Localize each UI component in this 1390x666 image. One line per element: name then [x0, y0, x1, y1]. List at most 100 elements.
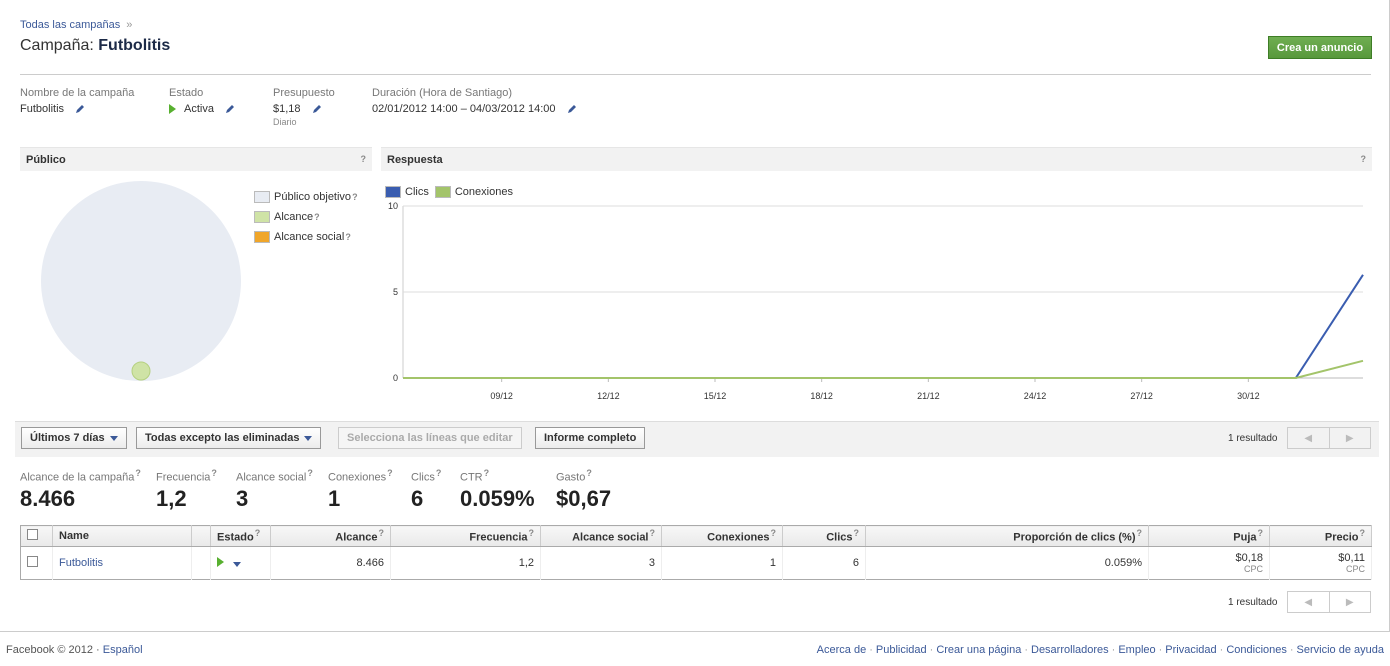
- footer-link[interactable]: Desarrolladores: [1031, 644, 1109, 656]
- legend-label: Alcance social: [274, 231, 345, 243]
- bid-type: CPC: [1243, 564, 1263, 574]
- row-bid: $0,18 CPC: [1148, 546, 1270, 580]
- edit-selected-button[interactable]: Selecciona las líneas que editar: [338, 427, 522, 449]
- target-audience-circle: [41, 181, 241, 381]
- help-icon[interactable]: ?: [345, 232, 351, 242]
- footer-separator: ·: [1111, 644, 1116, 656]
- legend-item: Alcance social?: [254, 228, 358, 246]
- edit-pencil-icon[interactable]: [566, 103, 578, 115]
- language-link[interactable]: Español: [103, 644, 143, 656]
- footer-link[interactable]: Crear una página: [936, 644, 1021, 656]
- row-reach: 8.466: [270, 546, 391, 580]
- budget-field: Presupuesto $1,18 Diario: [273, 87, 335, 127]
- stat-label: Clics: [411, 471, 435, 484]
- help-icon[interactable]: ?: [361, 154, 367, 164]
- stat-value: 3: [236, 485, 249, 511]
- full-report-button[interactable]: Informe completo: [535, 427, 646, 449]
- stat-clicks: Clics? 6: [411, 468, 441, 512]
- budget-value: $1,18: [273, 103, 301, 115]
- col-frequency[interactable]: Frecuencia?: [390, 525, 541, 547]
- stat-reach: Alcance de la campaña? 8.466: [20, 468, 141, 512]
- legend-label: Conexiones: [454, 186, 513, 198]
- next-page-button[interactable]: ▶: [1328, 592, 1371, 612]
- x-tick-label: 24/12: [1024, 391, 1047, 401]
- col-name[interactable]: Name: [52, 525, 192, 547]
- help-icon[interactable]: ?: [379, 528, 385, 538]
- stat-spend: Gasto? $0,67: [556, 468, 611, 512]
- prev-page-button[interactable]: ◀: [1288, 592, 1329, 612]
- help-icon[interactable]: ?: [1360, 528, 1366, 538]
- help-icon[interactable]: ?: [1361, 154, 1367, 164]
- col-label: Alcance social: [572, 531, 649, 544]
- help-icon[interactable]: ?: [650, 528, 656, 538]
- row-name-cell: Futbolitis: [52, 546, 192, 580]
- help-icon[interactable]: ?: [387, 468, 393, 478]
- help-icon[interactable]: ?: [255, 528, 261, 538]
- help-icon[interactable]: ?: [314, 212, 320, 222]
- legend-label: Público objetivo: [274, 191, 352, 203]
- col-reach[interactable]: Alcance?: [270, 525, 391, 547]
- select-all-checkbox[interactable]: [27, 529, 38, 540]
- stat-connections: Conexiones? 1: [328, 468, 393, 512]
- help-icon[interactable]: ?: [211, 468, 217, 478]
- reach-circle: [131, 361, 151, 381]
- next-page-button[interactable]: ▶: [1328, 428, 1371, 448]
- bid-value: $0,18: [1235, 552, 1263, 564]
- period-label: Últimos 7 días: [30, 432, 105, 444]
- col-clicks[interactable]: Clics?: [782, 525, 866, 547]
- help-icon[interactable]: ?: [771, 528, 777, 538]
- help-icon[interactable]: ?: [436, 468, 442, 478]
- filter-dropdown[interactable]: Todas excepto las eliminadas: [136, 427, 322, 449]
- row-ctr: 0.059%: [865, 546, 1149, 580]
- row-select-cell: [20, 546, 53, 580]
- col-label: Proporción de clics (%): [1013, 531, 1136, 544]
- period-dropdown[interactable]: Últimos 7 días: [21, 427, 127, 449]
- help-icon[interactable]: ?: [484, 468, 490, 478]
- stat-value: $0,67: [556, 485, 612, 511]
- campaign-name-value: Futbolitis: [20, 103, 65, 115]
- help-icon[interactable]: ?: [135, 468, 141, 478]
- help-icon[interactable]: ?: [586, 468, 592, 478]
- campaign-link[interactable]: Futbolitis: [59, 557, 103, 569]
- row-status-cell[interactable]: [210, 546, 271, 580]
- col-price[interactable]: Precio?: [1269, 525, 1372, 547]
- help-icon[interactable]: ?: [352, 192, 358, 202]
- prev-page-button[interactable]: ◀: [1288, 428, 1329, 448]
- x-tick-label: 18/12: [810, 391, 833, 401]
- footer-link[interactable]: Condiciones: [1226, 644, 1287, 656]
- footer-link[interactable]: Privacidad: [1165, 644, 1216, 656]
- col-connections[interactable]: Conexiones?: [661, 525, 783, 547]
- y-tick-label: 10: [388, 201, 398, 211]
- edit-pencil-icon[interactable]: [311, 103, 323, 115]
- chevron-down-icon[interactable]: [233, 561, 241, 567]
- stat-value: 8.466: [20, 485, 76, 511]
- help-icon[interactable]: ?: [529, 528, 535, 538]
- create-ad-button[interactable]: Crea un anuncio: [1268, 36, 1372, 59]
- help-icon[interactable]: ?: [1258, 528, 1264, 538]
- help-icon[interactable]: ?: [1137, 528, 1143, 538]
- row-checkbox[interactable]: [27, 556, 38, 567]
- footer-link[interactable]: Servicio de ayuda: [1297, 644, 1384, 656]
- col-social-reach[interactable]: Alcance social?: [540, 525, 662, 547]
- col-ctr[interactable]: Proporción de clics (%)?: [865, 525, 1149, 547]
- stat-social-reach: Alcance social? 3: [236, 468, 313, 512]
- breadcrumb-all-campaigns[interactable]: Todas las campañas: [20, 19, 120, 31]
- edit-pencil-icon[interactable]: [224, 103, 236, 115]
- legend-swatch: [385, 186, 401, 198]
- edit-pencil-icon[interactable]: [74, 103, 86, 115]
- x-tick-label: 09/12: [490, 391, 513, 401]
- footer-link[interactable]: Publicidad: [876, 644, 927, 656]
- col-bid[interactable]: Puja?: [1148, 525, 1270, 547]
- price-type: CPC: [1345, 564, 1365, 574]
- stat-label: CTR: [460, 471, 483, 484]
- help-icon[interactable]: ?: [854, 528, 860, 538]
- duration-value: 02/01/2012 14:00 – 04/03/2012 14:00: [372, 103, 556, 115]
- help-icon[interactable]: ?: [307, 468, 313, 478]
- footer-link[interactable]: Empleo: [1118, 644, 1155, 656]
- col-label: Precio: [1324, 531, 1359, 544]
- response-chart: 10 5 0 09/12 12/12 15/12 18/12 21/12 24/12 27/12 3…: [388, 201, 1364, 401]
- col-status[interactable]: Estado?: [210, 525, 271, 547]
- title-prefix: Campaña:: [20, 37, 94, 54]
- results-count-bottom: 1 resultado: [1228, 597, 1278, 608]
- footer-link[interactable]: Acerca de: [817, 644, 867, 656]
